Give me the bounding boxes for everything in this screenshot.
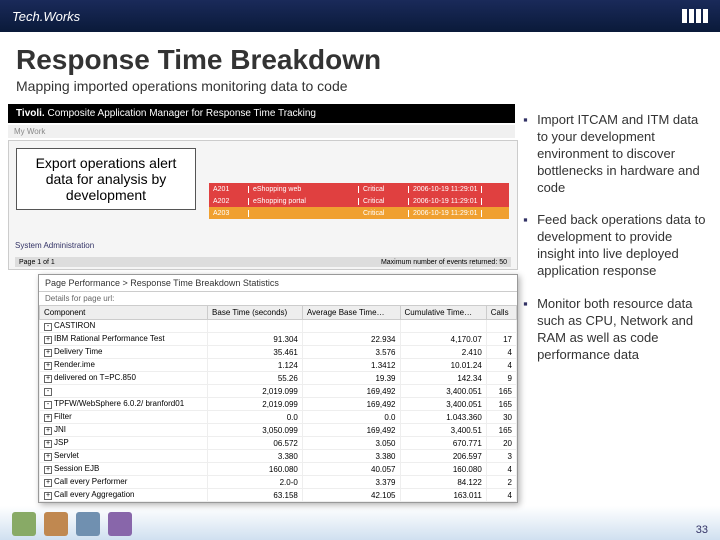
table-header: Base Time (seconds) xyxy=(208,306,303,320)
table-row: +delivered on T=PC.85055.2619.39142.349 xyxy=(40,372,517,385)
screenshot-area: Tivoli. Composite Application Manager fo… xyxy=(8,104,515,380)
stats-table: ComponentBase Time (seconds)Average Base… xyxy=(39,305,517,502)
tivoli-titlebar: Tivoli. Composite Application Manager fo… xyxy=(8,104,515,123)
bullet-list: Import ITCAM and ITM data to your develo… xyxy=(523,112,712,380)
table-row: +Delivery Time35.4613.5762.4104 xyxy=(40,346,517,359)
slide-header: Tech.Works xyxy=(0,0,720,32)
footer-icon xyxy=(76,512,100,536)
footer-icon xyxy=(108,512,132,536)
bullet-column: Import ITCAM and ITM data to your develo… xyxy=(523,104,712,380)
stats-filter: Details for page url: xyxy=(39,292,517,305)
table-row: +Session EJB160.08040.057160.0804 xyxy=(40,463,517,476)
sys-admin-link: System Administration xyxy=(15,241,94,250)
footer-icon xyxy=(44,512,68,536)
page-subtitle: Mapping imported operations monitoring d… xyxy=(0,78,720,104)
table-row: -CASTIRON xyxy=(40,320,517,333)
expand-icon[interactable]: + xyxy=(44,427,52,435)
table-row: -TPFW/WebSphere 6.0.2/ branford012,019.0… xyxy=(40,398,517,411)
expand-icon[interactable]: + xyxy=(44,440,52,448)
table-row: +JNI3,050.099169,4923,400.51165 xyxy=(40,424,517,437)
table-header: Average Base Time… xyxy=(302,306,400,320)
expand-icon[interactable]: + xyxy=(44,375,52,383)
expand-icon[interactable]: + xyxy=(44,414,52,422)
alert-table: A201eShopping webCritical2006-10-19 11:2… xyxy=(209,183,509,219)
footer-icon xyxy=(12,512,36,536)
page-number: 33 xyxy=(696,524,708,536)
table-row: +Call every Performer2.0-03.37984.1222 xyxy=(40,476,517,489)
bullet-item: Import ITCAM and ITM data to your develo… xyxy=(523,112,712,212)
expand-icon[interactable]: + xyxy=(44,479,52,487)
brand-works: Works xyxy=(43,9,80,24)
alert-row: A203Critical2006-10-19 11:29:01 xyxy=(209,207,509,219)
bullet-item: Feed back operations data to development… xyxy=(523,212,712,296)
expand-icon[interactable]: + xyxy=(44,466,52,474)
tivoli-app: Composite Application Manager for Respon… xyxy=(48,108,316,119)
alert-row: A201eShopping webCritical2006-10-19 11:2… xyxy=(209,183,509,195)
ibm-logo xyxy=(682,9,708,23)
stats-breadcrumb: Page Performance > Response Time Breakdo… xyxy=(39,275,517,292)
footer: 33 xyxy=(0,506,720,540)
expand-icon[interactable]: + xyxy=(44,336,52,344)
table-header: Calls xyxy=(486,306,516,320)
table-row: +JSP06.5723.050670.77120 xyxy=(40,437,517,450)
table-row: +Call every Aggregation63.15842.105163.0… xyxy=(40,489,517,502)
page-title: Response Time Breakdown xyxy=(0,32,720,78)
expand-icon[interactable]: - xyxy=(44,401,52,409)
expand-icon[interactable]: - xyxy=(44,388,52,396)
tivoli-menu: My Work xyxy=(8,125,515,138)
page-info: Page 1 of 1 xyxy=(19,259,55,266)
table-row: +Filter0.00.01.043.36030 xyxy=(40,411,517,424)
stats-window: Page Performance > Response Time Breakdo… xyxy=(38,274,518,503)
expand-icon[interactable]: + xyxy=(44,492,52,500)
expand-icon[interactable]: + xyxy=(44,453,52,461)
expand-icon[interactable]: + xyxy=(44,349,52,357)
alert-row: A202eShopping portalCritical2006-10-19 1… xyxy=(209,195,509,207)
bullet-item: Monitor both resource data such as CPU, … xyxy=(523,296,712,380)
expand-icon[interactable]: - xyxy=(44,323,52,331)
brand: Tech.Works xyxy=(12,9,682,24)
expand-icon[interactable]: + xyxy=(44,362,52,370)
table-header: Cumulative Time… xyxy=(400,306,486,320)
table-header: Component xyxy=(40,306,208,320)
tivoli-brand: Tivoli. xyxy=(16,108,45,119)
page-bar: Page 1 of 1 Maximum number of events ret… xyxy=(15,257,511,267)
footer-icons xyxy=(12,512,696,536)
brand-tech: Tech. xyxy=(12,9,43,24)
table-row: -2,019.099169,4923,400.051165 xyxy=(40,385,517,398)
table-row: +IBM Rational Performance Test91.30422.9… xyxy=(40,333,517,346)
table-row: +Servlet3.3803.380206.5973 xyxy=(40,450,517,463)
max-events: Maximum number of events returned: 50 xyxy=(381,259,507,266)
callout-box: Export operations alert data for analysi… xyxy=(16,148,196,210)
table-row: +Render.ime1.1241.341210.01.244 xyxy=(40,359,517,372)
